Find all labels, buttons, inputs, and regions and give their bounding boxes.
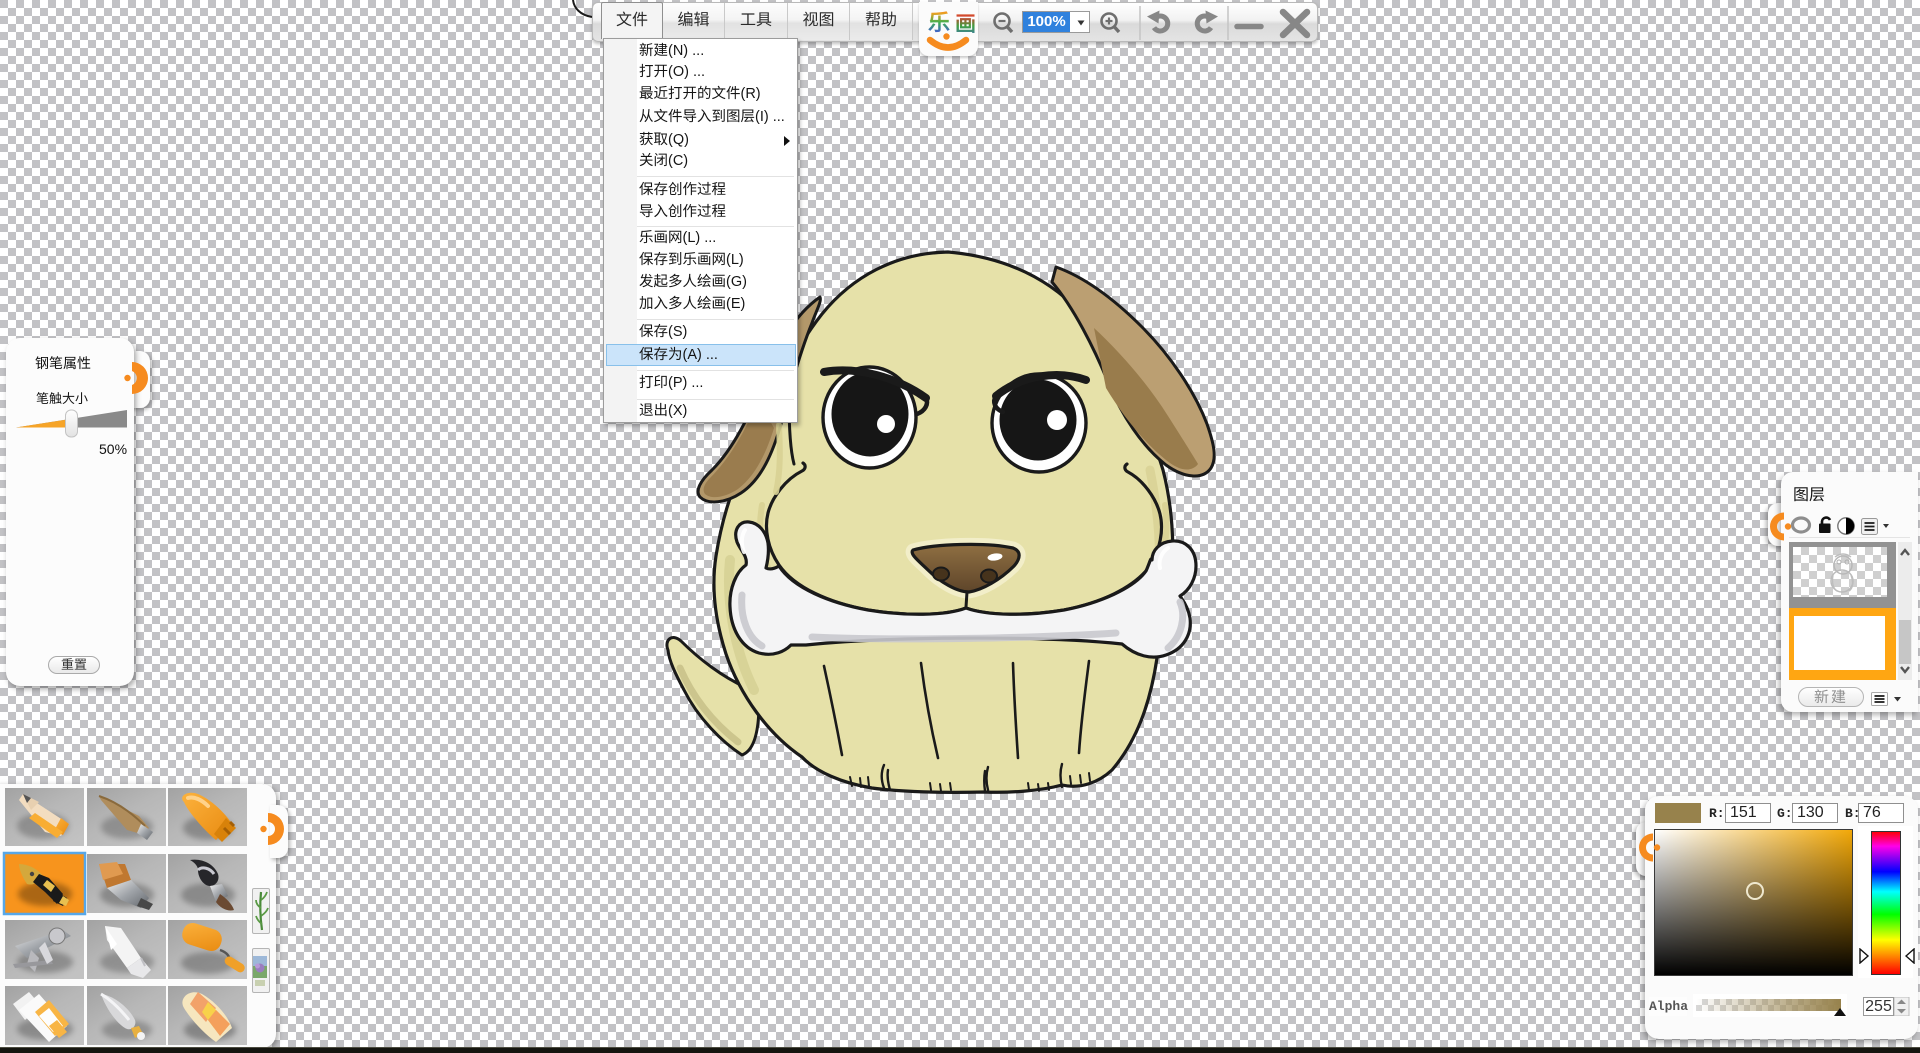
svg-text:乐: 乐 [928, 8, 950, 37]
svg-text:画: 画 [955, 8, 976, 38]
